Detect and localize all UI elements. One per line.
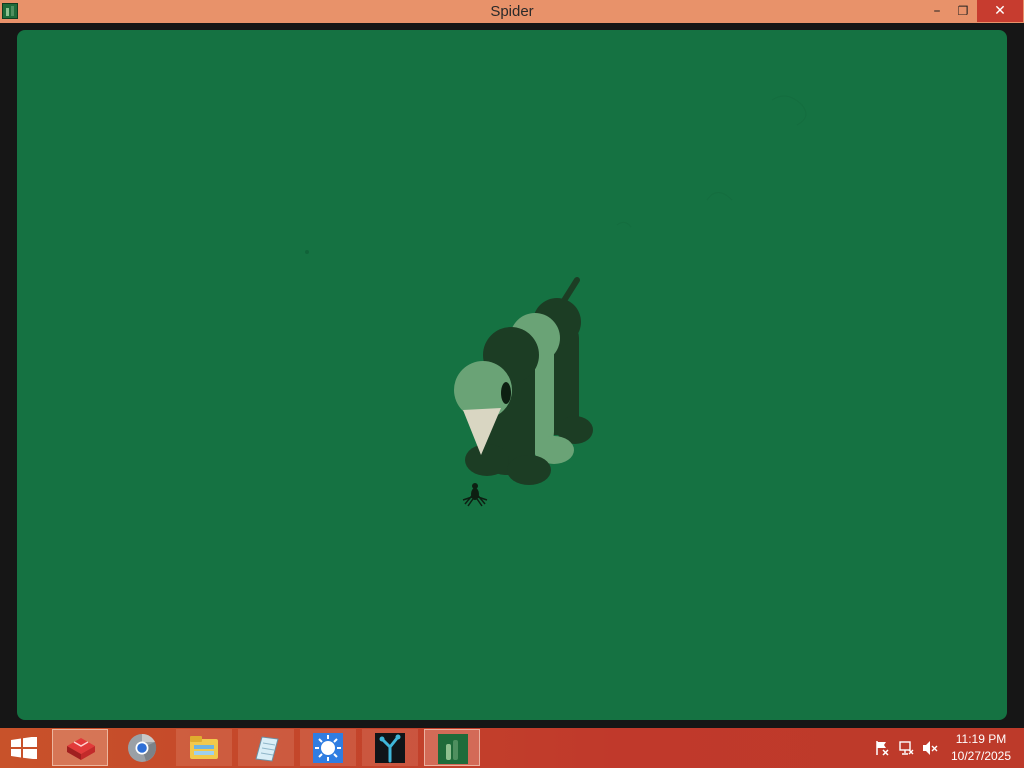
network-icon[interactable] [899, 740, 915, 756]
creature-eye [501, 382, 511, 404]
player-spider [462, 483, 488, 507]
taskbar-app-chrome[interactable] [114, 729, 170, 766]
volume-muted-icon[interactable] [922, 740, 938, 756]
creature-head-foot [465, 444, 509, 476]
taskbar-app-toolbox[interactable] [52, 729, 108, 766]
close-button[interactable]: ✕ [977, 0, 1023, 22]
folder-icon [190, 736, 218, 759]
faint-web-marks [616, 95, 807, 228]
creature-front-foot [507, 455, 551, 485]
game-canvas[interactable] [17, 30, 1007, 720]
notepad-icon [255, 736, 279, 762]
clock-date[interactable]: 10/27/2025 [944, 749, 1018, 763]
taskbar-app-network[interactable] [362, 729, 418, 766]
red-box-icon [67, 738, 95, 760]
windows-logo-icon [11, 737, 37, 759]
window-title: Spider [490, 3, 534, 20]
title-bar[interactable]: Spider – ❐ ✕ [0, 0, 1024, 23]
taskbar-app-weather[interactable] [300, 729, 356, 766]
small-speck [305, 250, 309, 254]
game-scene [305, 95, 807, 507]
taskbar-app-file-explorer[interactable] [176, 729, 232, 766]
taskbar: 11:19 PM 10/27/2025 [0, 728, 1024, 768]
spider-game-icon [438, 734, 468, 764]
action-center-flag-icon[interactable] [874, 740, 890, 756]
clock-time[interactable]: 11:19 PM [944, 732, 1018, 746]
tree-icon [375, 733, 405, 763]
creature [454, 277, 593, 485]
chrome-icon [128, 733, 157, 762]
sun-icon [313, 733, 343, 763]
minimize-button[interactable]: – [924, 0, 950, 22]
start-button[interactable] [0, 728, 48, 768]
taskbar-app-spider[interactable] [424, 729, 480, 766]
taskbar-app-notes[interactable] [238, 729, 294, 766]
restore-button[interactable]: ❐ [950, 0, 976, 22]
